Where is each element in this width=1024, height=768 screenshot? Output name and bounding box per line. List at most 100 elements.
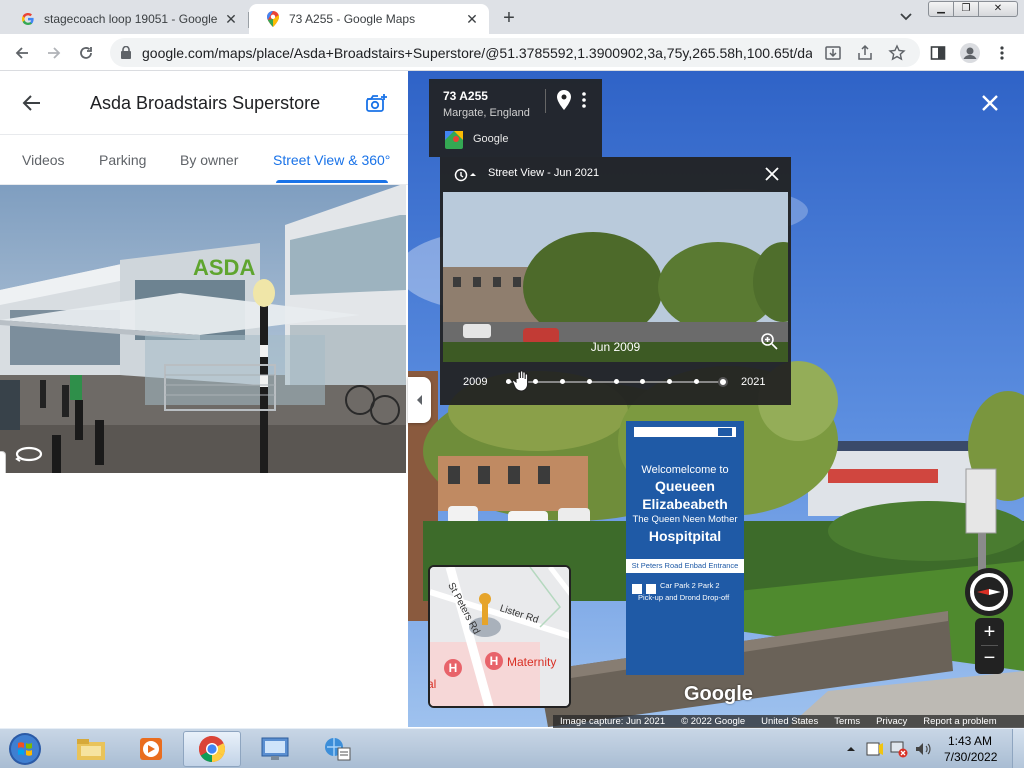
system-tray: 1:43 AM 7/30/2022 [840, 729, 1024, 768]
timeline-start-year: 2009 [463, 376, 488, 388]
more-menu-icon[interactable] [990, 41, 1014, 65]
map-footer: Image capture: Jun 2021 © 2022 Google Un… [553, 715, 1024, 728]
region-link[interactable]: United States [761, 716, 818, 727]
minimize-button[interactable]: ▁ [928, 1, 954, 17]
history-panel-title: Street View - Jun 2021 [488, 167, 600, 179]
reload-icon[interactable] [74, 41, 98, 65]
close-icon[interactable] [764, 166, 780, 182]
browser-toolbar: google.com/maps/place/Asda+Broadstairs+S… [0, 34, 1024, 71]
maximize-button[interactable]: ❐ [953, 1, 979, 17]
chevron-down-icon[interactable] [896, 9, 916, 25]
tab-title: stagecoach loop 19051 - Google [44, 12, 218, 26]
remote-desktop-icon[interactable] [246, 731, 304, 767]
close-icon[interactable]: ✕ [222, 10, 240, 28]
sign-line: St Peters Road Enbad Entrance [631, 561, 739, 570]
profile-avatar-icon[interactable] [958, 41, 982, 65]
browser-tab-bar: stagecoach loop 19051 - Google ✕ 73 A255… [0, 0, 1024, 34]
timeline-date-dot[interactable] [559, 379, 565, 384]
map-pin-icon[interactable] [557, 90, 571, 110]
sign-line: Welcomelcome to [641, 464, 729, 476]
copyright-label: © 2022 Google [681, 716, 746, 727]
timeline-date-dot[interactable] [694, 379, 700, 384]
tab-by-owner[interactable]: By owner [180, 152, 238, 168]
timeline-slider-thumb[interactable] [718, 377, 728, 387]
browser-tab-search[interactable]: stagecoach loop 19051 - Google ✕ [4, 4, 249, 34]
compass-control[interactable] [965, 568, 1013, 616]
back-arrow-icon[interactable] [22, 93, 42, 113]
address-bar[interactable]: google.com/maps/place/Asda+Broadstairs+S… [110, 38, 920, 67]
history-preview-image[interactable]: Jun 2009 [443, 192, 788, 362]
share-icon[interactable] [856, 44, 874, 62]
clock-date[interactable]: 7/30/2022 [944, 750, 997, 764]
photo-category-tabs: Videos Parking By owner Street View & 36… [0, 135, 408, 185]
zoom-out-button[interactable]: − [975, 647, 1004, 671]
sign-line: Elizabeabeth [642, 496, 728, 512]
chrome-icon[interactable] [183, 731, 241, 767]
tab-videos[interactable]: Videos [22, 152, 65, 168]
volume-icon[interactable] [914, 740, 932, 758]
timeline-date-dot[interactable] [586, 379, 592, 384]
more-vert-icon[interactable] [579, 91, 589, 109]
rotate-360-icon[interactable] [14, 443, 44, 465]
google-watermark: Google [684, 683, 753, 705]
timeline-end-year: 2021 [741, 376, 766, 388]
google-maps-logo-icon [445, 131, 463, 149]
timeline-date-dot[interactable] [532, 379, 538, 384]
zoom-in-button[interactable]: + [975, 620, 1004, 644]
browser-tab-maps[interactable]: 73 A255 - Google Maps ✕ [249, 4, 489, 34]
add-photo-icon[interactable] [364, 92, 388, 116]
sign-line: Queueen [655, 478, 715, 494]
zoom-in-icon[interactable] [760, 332, 778, 350]
new-tab-button[interactable]: + [498, 8, 520, 30]
network-tool-icon[interactable] [308, 731, 366, 767]
bookmark-star-icon[interactable] [888, 44, 906, 62]
svg-text:ASDA: ASDA [193, 255, 255, 280]
lock-icon [120, 45, 132, 59]
sign-line: Car Park 2 Park 2 [660, 581, 720, 590]
image-capture-label: Image capture: Jun 2021 [560, 716, 666, 727]
forward-icon[interactable] [42, 41, 66, 65]
poi-label: al [430, 677, 437, 691]
place-panel: Asda Broadstairs Superstore Videos Parki… [0, 71, 408, 727]
network-error-icon[interactable] [890, 740, 908, 758]
url-text: google.com/maps/place/Asda+Broadstairs+S… [142, 45, 812, 61]
privacy-link[interactable]: Privacy [876, 716, 907, 727]
media-player-icon[interactable] [122, 731, 180, 767]
image-source-label: Google [473, 133, 509, 145]
show-desktop-button[interactable] [1012, 729, 1024, 768]
file-explorer-icon[interactable] [62, 731, 120, 767]
place-title: Asda Broadstairs Superstore [90, 93, 321, 113]
terms-link[interactable]: Terms [834, 716, 860, 727]
timeline-date-dot[interactable] [506, 379, 511, 384]
sign-line: Hospitpital [648, 528, 722, 544]
timeline-date-dot[interactable] [640, 379, 646, 384]
panel-header: Asda Broadstairs Superstore [0, 71, 408, 135]
chevron-up-icon[interactable] [846, 742, 856, 754]
address-card: 73 A255 Margate, England Google [429, 79, 602, 157]
street-view-photo[interactable]: ASDA [0, 185, 406, 473]
sign-line: The Queen Neen Mother [632, 514, 738, 525]
close-icon[interactable] [980, 93, 1000, 113]
window-close-button[interactable]: ✕ [978, 1, 1018, 17]
action-center-icon[interactable] [866, 740, 884, 758]
tab-title: 73 A255 - Google Maps [289, 12, 416, 26]
tab-parking[interactable]: Parking [99, 152, 146, 168]
side-panel-icon[interactable] [926, 41, 950, 65]
close-icon[interactable]: ✕ [463, 10, 481, 28]
timeline-date-dot[interactable] [613, 379, 619, 384]
divider [981, 645, 998, 646]
compass-icon [970, 573, 1008, 611]
panel-edge-handle[interactable] [0, 451, 6, 473]
hospital-icon: H [485, 652, 503, 670]
clock-time[interactable]: 1:43 AM [948, 734, 992, 748]
timeline-date-dot[interactable] [667, 379, 673, 384]
hospital-icon: H [444, 659, 462, 677]
history-icon[interactable] [454, 168, 476, 182]
tab-street-view[interactable]: Street View & 360° [273, 152, 390, 168]
mini-map[interactable]: St Peters Rd Lister Rd H H Maternity al [428, 565, 571, 708]
install-icon[interactable] [824, 44, 842, 62]
start-button[interactable] [5, 730, 45, 768]
collapse-panel-button[interactable] [408, 377, 431, 423]
report-problem-link[interactable]: Report a problem [923, 716, 996, 727]
back-icon[interactable] [10, 41, 34, 65]
